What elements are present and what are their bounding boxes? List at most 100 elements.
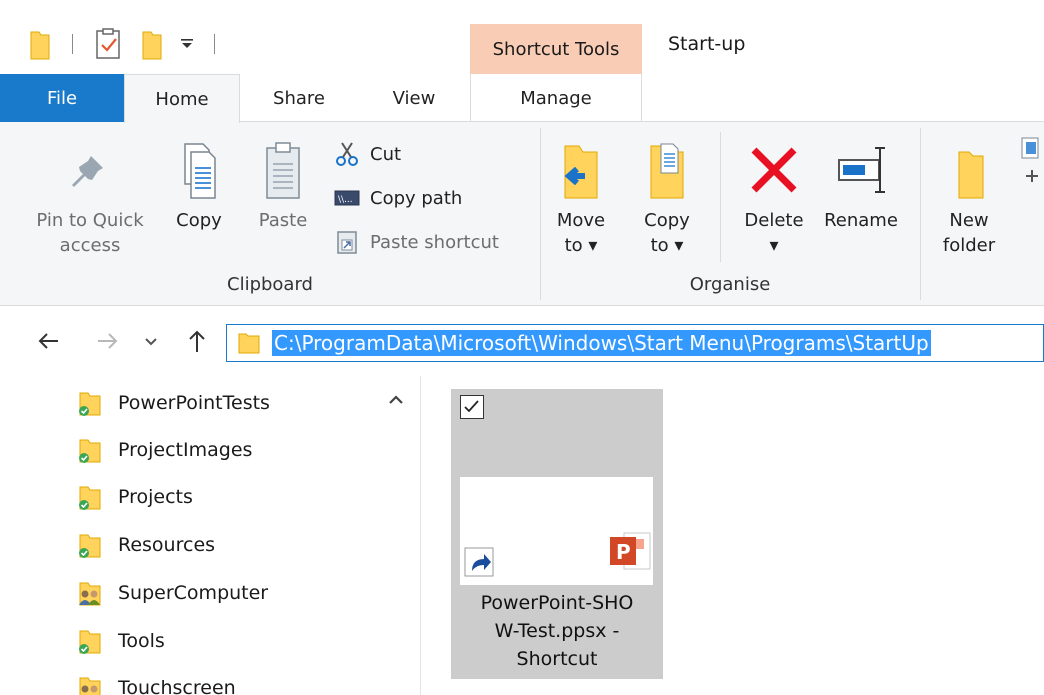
scissors-icon [336, 142, 358, 166]
scroll-up-arrow-icon[interactable] [384, 388, 408, 412]
shortcut-arrow-icon [464, 547, 494, 577]
copy-button[interactable]: Copy [166, 140, 232, 233]
tab-manage[interactable]: Manage [470, 74, 642, 122]
file-item-selected[interactable]: P PowerPoint-SHO W-Test.ppsx - Shortcut [451, 389, 663, 679]
folder-synced-icon [79, 630, 101, 654]
copy-path-label: Copy path [370, 187, 463, 209]
file-thumbnail: P [460, 477, 653, 585]
pin-icon [72, 156, 103, 187]
copy-to-label-line1: Copy [644, 210, 690, 231]
navigation-pane: PowerPointTests ProjectImages Projects R… [0, 376, 420, 695]
powerpoint-shortcut-icon: P [610, 532, 651, 570]
folder-synced-icon [79, 392, 101, 416]
nav-item-tools[interactable]: Tools [76, 626, 165, 656]
tab-home[interactable]: Home [124, 74, 240, 123]
nav-item-projectimages[interactable]: ProjectImages [76, 435, 252, 465]
delete-x-icon [751, 147, 797, 193]
title-bar: Shortcut Tools Start-up [0, 0, 1044, 74]
recent-locations-chevron-icon[interactable] [142, 328, 160, 354]
copy-path-icon: \\... [334, 190, 360, 206]
new-folder-icon [958, 151, 984, 199]
move-to-button[interactable]: Move to ▾ [552, 140, 610, 258]
pin-to-quick-access-button[interactable]: Pin to Quick access [20, 140, 160, 258]
properties-icon[interactable] [96, 28, 122, 60]
copy-to-button[interactable]: Copy to ▾ [636, 140, 698, 258]
nav-item-supercomputer[interactable]: SuperComputer [76, 578, 268, 608]
ribbon-home: Pin to Quick access Copy Paste Cut \\...… [0, 122, 1044, 306]
move-to-label-line1: Move [556, 210, 606, 231]
selection-checkbox[interactable] [460, 395, 484, 419]
folder-icon [238, 333, 260, 354]
paste-shortcut-label: Paste shortcut [370, 231, 499, 253]
folder-synced-icon [79, 534, 101, 558]
delete-label-line1: Delete [744, 210, 804, 231]
nav-item-label: Tools [118, 630, 165, 652]
pin-label-line2: access [59, 235, 121, 256]
tab-view[interactable]: View [358, 74, 470, 122]
file-name-line: PowerPoint-SHO [480, 592, 634, 614]
tab-file[interactable]: File [0, 74, 124, 122]
nav-item-powerpointtests[interactable]: PowerPointTests [76, 388, 270, 418]
paste-button[interactable]: Paste [248, 140, 318, 233]
back-arrow-icon[interactable] [36, 328, 62, 354]
paste-shortcut-icon [337, 231, 357, 254]
file-list: P PowerPoint-SHO W-Test.ppsx - Shortcut [421, 376, 1044, 695]
address-path-text[interactable]: C:\ProgramData\Microsoft\Windows\Start M… [272, 330, 931, 356]
address-bar[interactable]: C:\ProgramData\Microsoft\Windows\Start M… [226, 324, 1044, 362]
file-name-line: W-Test.ppsx - [494, 620, 620, 642]
copy-path-button[interactable]: \\... Copy path [334, 184, 462, 212]
copy-icon [184, 143, 216, 199]
organise-inner-separator [720, 132, 721, 262]
nav-item-resources[interactable]: Resources [76, 530, 215, 560]
rename-button[interactable]: Rename [818, 140, 904, 233]
nav-item-label: Touchscreen [118, 677, 236, 695]
folder-synced-icon [79, 486, 101, 510]
paste-shortcut-button[interactable]: Paste shortcut [334, 228, 499, 256]
delete-button[interactable]: Delete ▾ [734, 140, 814, 258]
group-separator [920, 128, 921, 300]
move-to-label-line2: to ▾ [564, 235, 598, 256]
clipboard-group-label: Clipboard [227, 274, 313, 295]
file-name-label: PowerPoint-SHO W-Test.ppsx - Shortcut [451, 589, 663, 673]
nav-item-label: Projects [118, 486, 193, 508]
organise-group-label: Organise [689, 274, 771, 295]
rename-icon [838, 147, 885, 193]
nav-item-label: ProjectImages [118, 439, 253, 461]
window-title: Start-up [668, 33, 746, 55]
nav-item-label: SuperComputer [118, 582, 269, 604]
up-arrow-icon[interactable] [184, 328, 210, 354]
customize-qat-icon[interactable] [180, 36, 194, 50]
tab-share[interactable]: Share [240, 74, 358, 122]
ribbon-tabs: File Home Share View Manage [0, 74, 1044, 123]
copy-label: Copy [176, 210, 222, 231]
delete-label-line2: ▾ [769, 235, 779, 256]
new-folder-button[interactable]: New folder [932, 140, 1006, 258]
checkmark-icon [464, 400, 479, 413]
nav-item-touchscreen[interactable]: Touchscreen [76, 673, 236, 695]
new-folder-label-line1: New [949, 210, 989, 231]
rename-label: Rename [824, 210, 898, 231]
qat-separator [72, 34, 73, 54]
pin-label-line1: Pin to Quick [36, 210, 144, 231]
file-name-line: Shortcut [516, 648, 598, 670]
copy-to-label-line2: to ▾ [650, 235, 684, 256]
clipboard-icon [266, 142, 300, 199]
new-folder-qat-icon[interactable] [142, 30, 162, 60]
shared-folder-icon [79, 582, 101, 606]
navigation-bar: C:\ProgramData\Microsoft\Windows\Start M… [0, 306, 1044, 376]
paste-label: Paste [258, 210, 308, 231]
new-folder-label-line2: folder [942, 235, 996, 256]
cut-label: Cut [370, 143, 402, 165]
move-to-icon [564, 145, 598, 199]
shared-folder-icon [79, 677, 101, 695]
new-item-icon[interactable] [1018, 136, 1044, 206]
svg-text:\\...: \\... [338, 195, 353, 205]
copy-to-icon [650, 143, 684, 199]
nav-item-projects[interactable]: Projects [76, 482, 193, 512]
cut-button[interactable]: Cut [334, 140, 401, 168]
forward-arrow-icon[interactable] [94, 328, 120, 354]
folder-synced-icon [79, 439, 101, 463]
qat-separator [214, 34, 215, 54]
contextual-tab-group-header: Shortcut Tools [470, 24, 642, 74]
folder-icon[interactable] [30, 30, 50, 60]
